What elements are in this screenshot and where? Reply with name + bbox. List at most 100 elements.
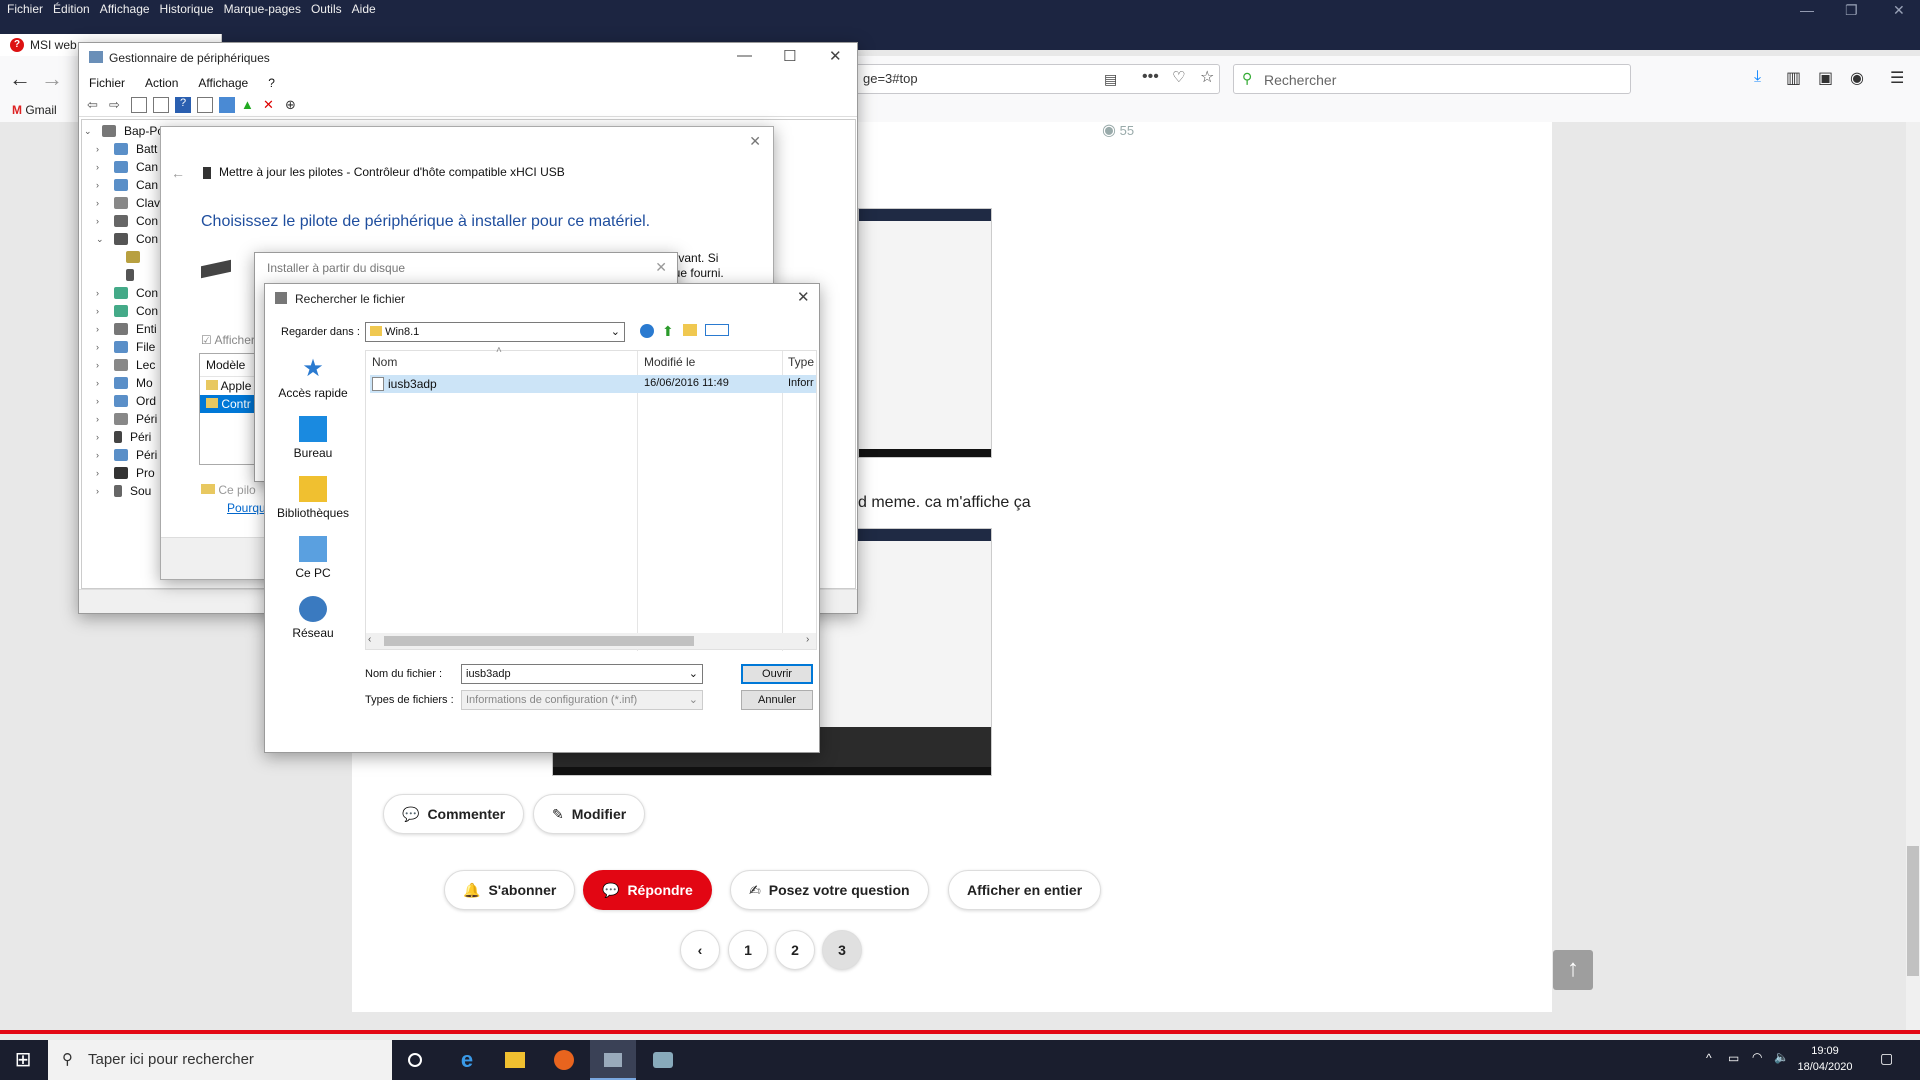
why-signing-link[interactable]: Pourqu bbox=[227, 501, 266, 515]
reply-button[interactable]: 💬 Répondre bbox=[583, 870, 712, 910]
update-driver-icon[interactable]: ▲ bbox=[241, 97, 257, 113]
scroll-right-icon[interactable]: › bbox=[806, 634, 809, 645]
place-network[interactable]: Réseau bbox=[273, 596, 353, 640]
cortana-icon[interactable] bbox=[392, 1040, 438, 1080]
tree-item[interactable]: › Enti bbox=[96, 320, 157, 338]
view-icon[interactable] bbox=[197, 96, 213, 113]
edit-button[interactable]: ✎ Modifier bbox=[533, 794, 646, 834]
menu-historique[interactable]: Historique bbox=[155, 0, 219, 20]
minimize-icon[interactable]: — bbox=[737, 47, 752, 64]
tree-item[interactable]: › Péri bbox=[96, 428, 151, 446]
taskbar-clock[interactable]: 19:09 18/04/2020 bbox=[1780, 1043, 1870, 1075]
tree-subitem[interactable] bbox=[126, 266, 134, 284]
tree-item[interactable]: › Can bbox=[96, 158, 158, 176]
ask-question-button[interactable]: ✍ Posez votre question bbox=[730, 870, 929, 910]
tree-item[interactable]: › Mo bbox=[96, 374, 153, 392]
tree-item[interactable]: › Lec bbox=[96, 356, 155, 374]
cancel-button[interactable]: Annuler bbox=[741, 690, 813, 710]
dm-menu-affichage[interactable]: Affichage bbox=[188, 73, 258, 93]
menu-aide[interactable]: Aide bbox=[347, 0, 381, 20]
browser-restore-icon[interactable]: ❐ bbox=[1845, 2, 1858, 19]
pagination-prev-icon[interactable]: ‹ bbox=[680, 930, 720, 970]
back-arrow-icon[interactable]: ← bbox=[4, 64, 36, 96]
tree-item[interactable]: › Ord bbox=[96, 392, 156, 410]
downloads-icon[interactable]: ⤓ bbox=[1754, 68, 1761, 86]
wizard-close-icon[interactable]: ✕ bbox=[749, 133, 761, 150]
wifi-icon[interactable]: ◠ bbox=[1752, 1050, 1762, 1064]
battery-icon[interactable]: ▭ bbox=[1728, 1051, 1739, 1065]
menu-affichage[interactable]: Affichage bbox=[95, 0, 155, 20]
post-screenshot-1[interactable] bbox=[858, 208, 992, 458]
place-quick-access[interactable]: ★ Accès rapide bbox=[273, 356, 353, 401]
file-explorer-icon[interactable] bbox=[492, 1040, 538, 1080]
view-menu-icon[interactable] bbox=[705, 324, 729, 336]
tree-item[interactable]: › Pro bbox=[96, 464, 155, 482]
browse-close-icon[interactable]: ✕ bbox=[797, 288, 810, 306]
look-in-select[interactable]: Win8.1 ⌄ bbox=[365, 322, 625, 342]
tree-item[interactable]: › Can bbox=[96, 176, 158, 194]
menu-fichier[interactable]: Fichier bbox=[2, 0, 48, 20]
dm-menu-fichier[interactable]: Fichier bbox=[79, 73, 135, 93]
tree-root[interactable]: ⌄ Bap-Pc bbox=[84, 122, 163, 140]
show-full-button[interactable]: Afficher en entier bbox=[948, 870, 1102, 910]
pagination-page-2[interactable]: 2 bbox=[775, 930, 815, 970]
tree-item[interactable]: › Clav bbox=[96, 194, 160, 212]
filetype-select[interactable]: Informations de configuration (*.inf) ⌄ bbox=[461, 690, 703, 710]
windows-start-icon[interactable]: ⊞ bbox=[0, 1040, 46, 1080]
back-icon[interactable]: ⇦ bbox=[87, 97, 103, 113]
tree-item[interactable]: › Sou bbox=[96, 482, 151, 500]
page-scrollbar-thumb[interactable] bbox=[1907, 846, 1919, 976]
taskbar-search-input[interactable]: ⚲ Taper ici pour rechercher bbox=[48, 1040, 392, 1080]
place-libraries[interactable]: Bibliothèques bbox=[273, 476, 353, 520]
column-modified[interactable]: Modifié le bbox=[644, 355, 695, 369]
tree-item[interactable]: › Con bbox=[96, 284, 158, 302]
url-bar[interactable]: ge=3#top bbox=[850, 64, 1220, 94]
back-to-top-button[interactable]: ↑ bbox=[1553, 950, 1593, 990]
page-actions-icon[interactable]: ••• bbox=[1142, 68, 1159, 86]
browser-close-icon[interactable]: ✕ bbox=[1893, 2, 1905, 19]
properties-icon[interactable] bbox=[131, 96, 147, 113]
place-this-pc[interactable]: Ce PC bbox=[273, 536, 353, 580]
tree-item[interactable]: › Batt bbox=[96, 140, 157, 158]
subscribe-button[interactable]: 🔔 S'abonner bbox=[444, 870, 576, 910]
install-close-icon[interactable]: ✕ bbox=[655, 259, 667, 276]
menu-outils[interactable]: Outils bbox=[306, 0, 347, 20]
tree-item[interactable]: › File bbox=[96, 338, 155, 356]
list-icon[interactable] bbox=[153, 96, 169, 113]
tree-item[interactable]: ⌄ Con bbox=[96, 230, 158, 248]
firefox-icon[interactable] bbox=[541, 1040, 587, 1080]
bookmark-gmail[interactable]: M Gmail bbox=[12, 103, 57, 117]
help-icon[interactable]: ? bbox=[175, 96, 191, 113]
dm-menu-help[interactable]: ? bbox=[258, 73, 285, 93]
search-input[interactable]: ⚲ Rechercher bbox=[1233, 64, 1631, 94]
show-compatible-checkbox[interactable]: ☑ Afficher bbox=[201, 333, 255, 347]
device-manager-taskbar-icon[interactable] bbox=[590, 1040, 636, 1080]
filename-input[interactable]: iusb3adp ⌄ bbox=[461, 664, 703, 684]
menu-marque-pages[interactable]: Marque-pages bbox=[219, 0, 306, 20]
column-name[interactable]: Nom bbox=[372, 355, 397, 369]
scan-hardware-icon[interactable] bbox=[219, 96, 235, 113]
up-folder-icon[interactable]: ⬆ bbox=[662, 323, 674, 340]
wizard-back-icon[interactable]: ← bbox=[171, 165, 185, 181]
column-type[interactable]: Type bbox=[788, 355, 814, 369]
pagination-page-1[interactable]: 1 bbox=[728, 930, 768, 970]
comment-button[interactable]: 💬 Commenter bbox=[383, 794, 525, 834]
open-button[interactable]: Ouvrir bbox=[741, 664, 813, 684]
library-icon[interactable]: ▥ bbox=[1786, 68, 1801, 88]
pocket-icon[interactable]: ♡ bbox=[1172, 68, 1185, 86]
forward-arrow-icon[interactable]: → bbox=[36, 64, 68, 96]
horizontal-scrollbar-thumb[interactable] bbox=[384, 636, 694, 646]
tray-chevron-up-icon[interactable]: ^ bbox=[1706, 1051, 1712, 1065]
file-row[interactable]: iusb3adp 16/06/2016 11:49 Inforr bbox=[370, 375, 816, 393]
maximize-icon[interactable]: ☐ bbox=[783, 47, 796, 65]
reader-view-icon[interactable]: ▤ bbox=[1104, 71, 1117, 88]
hamburger-menu-icon[interactable]: ☰ bbox=[1890, 68, 1904, 88]
menu-edition[interactable]: Édition bbox=[48, 0, 95, 20]
nav-back-icon[interactable] bbox=[640, 324, 654, 338]
place-desktop[interactable]: Bureau bbox=[273, 416, 353, 460]
forward-icon[interactable]: ⇨ bbox=[109, 97, 125, 113]
browser-minimize-icon[interactable]: — bbox=[1800, 2, 1814, 18]
account-icon[interactable]: ◉ bbox=[1850, 68, 1864, 88]
tree-item[interactable]: › Con bbox=[96, 302, 158, 320]
tree-item[interactable]: › Péri bbox=[96, 446, 157, 464]
